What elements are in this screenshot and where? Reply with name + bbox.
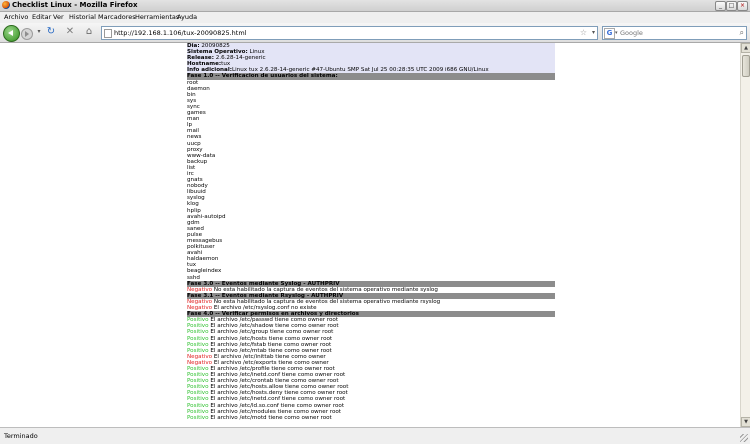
info-adicional-value: Linux tux 2.6.28-14-generic #47-Ubuntu S… <box>231 67 489 74</box>
result-text: No esta habilitado la captura de eventos… <box>213 286 438 293</box>
back-arrow-icon[interactable] <box>3 25 20 42</box>
result-status: Positivo <box>187 390 209 397</box>
system-info: Dia: 20090825 Sistema Operativo: Linux R… <box>187 43 555 74</box>
search-engine-icon[interactable]: G <box>604 28 615 39</box>
result-status: Positivo <box>187 365 209 372</box>
result-text: El archivo /etc/hosts.allow tiene como o… <box>210 384 349 391</box>
title-bar: Checklist Linux - Mozilla Firefox _ □ × <box>0 0 750 12</box>
result-text: El archivo /etc/inetd.conf tiene como ow… <box>210 372 346 379</box>
info-so-value: Linux <box>249 49 265 56</box>
result-status: Positivo <box>187 408 209 415</box>
info-release-label: Release: <box>187 55 214 62</box>
result-status: Negativo <box>187 305 213 312</box>
forward-arrow-icon[interactable] <box>21 28 33 40</box>
scroll-up-icon[interactable]: ▲ <box>741 43 750 53</box>
result-status: Negativo <box>187 286 213 293</box>
result-text: El archivo /etc/inittab tiene como owner <box>213 353 326 360</box>
result-row: Positivo El archivo /etc/motd tiene como… <box>187 415 555 421</box>
bookmark-star-icon[interactable]: ☆ <box>580 27 587 39</box>
search-engine-dropdown-icon[interactable]: ▾ <box>615 27 618 39</box>
close-icon[interactable]: × <box>737 1 748 11</box>
result-status: Negativo <box>187 353 213 360</box>
status-bar: Terminado <box>0 427 750 444</box>
result-status: Positivo <box>187 323 209 330</box>
result-text: El archivo /etc/ld.so.conf tiene como ow… <box>210 402 345 409</box>
info-dia-value: 20090825 <box>201 43 230 49</box>
page-icon <box>104 29 112 38</box>
result-text: El archivo /etc/inetd.conf tiene como ow… <box>210 396 346 403</box>
result-status: Positivo <box>187 329 209 336</box>
result-status: Positivo <box>187 378 209 385</box>
navigation-toolbar: ▾ ↻ ✕ ⌂ ☆ ▾ G ▾ ⌕ <box>0 23 750 43</box>
result-status: Positivo <box>187 347 209 354</box>
menu-ayuda[interactable]: Ayuda <box>177 12 197 23</box>
scroll-thumb[interactable] <box>742 55 750 77</box>
result-text: El archivo /etc/motd tiene como owner ro… <box>210 414 332 421</box>
phase-3-1-results: Negativo No esta habilitado la captura d… <box>187 299 555 311</box>
result-status: Positivo <box>187 372 209 379</box>
result-status: Positivo <box>187 402 209 409</box>
menu-archivo[interactable]: Archivo <box>4 12 28 23</box>
search-input[interactable] <box>620 27 730 39</box>
status-text: Terminado <box>4 432 38 440</box>
result-text: El archivo /etc/hosts.deny tiene como ow… <box>210 390 348 397</box>
phase-4-results: Positivo El archivo /etc/passwd tiene co… <box>187 317 555 421</box>
result-text: El archivo /etc/shadow tiene como owner … <box>210 323 339 330</box>
result-text: El archivo /etc/profile tiene como owner… <box>210 365 335 372</box>
menu-historial[interactable]: Historial <box>69 12 96 23</box>
result-text: El archivo /etc/fstab tiene como owner r… <box>210 341 332 348</box>
result-text: El archivo /etc/rsyslog.conf no existe <box>213 305 317 312</box>
result-status: Positivo <box>187 384 209 391</box>
result-status: Positivo <box>187 414 209 421</box>
menu-editar[interactable]: Editar <box>32 12 51 23</box>
info-adicional-label: Info adicional: <box>187 67 232 74</box>
menu-marcadores[interactable]: Marcadores <box>98 12 136 23</box>
checklist-report: Dia: 20090825 Sistema Operativo: Linux R… <box>187 43 555 421</box>
result-text: El archivo /etc/passwd tiene como owner … <box>210 317 339 324</box>
result-status: Negativo <box>187 359 213 366</box>
result-status: Positivo <box>187 341 209 348</box>
window-title: Checklist Linux - Mozilla Firefox <box>12 1 138 9</box>
resize-grip-icon[interactable] <box>740 434 748 442</box>
menu-herramientas[interactable]: Herramientas <box>135 12 179 23</box>
info-release-value: 2.6.28-14-generic <box>215 55 266 62</box>
info-hostname-label: Hostname: <box>187 61 222 68</box>
result-text: El archivo /etc/exports tiene como owner <box>213 359 329 366</box>
maximize-icon[interactable]: □ <box>726 1 737 11</box>
result-status: Negativo <box>187 298 213 305</box>
result-text: El archivo /etc/hosts tiene como owner r… <box>210 335 333 342</box>
info-so-label: Sistema Operativo: <box>187 49 248 56</box>
result-text: El archivo /etc/crontab tiene como owner… <box>210 378 339 385</box>
result-text: El archivo /etc/mtab tiene como owner ro… <box>210 347 332 354</box>
scroll-down-icon[interactable]: ▼ <box>741 417 750 427</box>
result-status: Positivo <box>187 335 209 342</box>
url-input[interactable] <box>114 27 574 39</box>
user-list: root daemon bin sys sync games man lp mail news uu… <box>187 80 555 281</box>
menu-ver[interactable]: Ver <box>53 12 64 23</box>
firefox-logo-icon <box>2 1 10 9</box>
result-text: No esta habilitado la captura de eventos… <box>213 298 441 305</box>
search-bar[interactable]: G ▾ ⌕ <box>602 26 747 40</box>
result-status: Positivo <box>187 396 209 403</box>
reload-icon[interactable]: ↻ <box>45 26 57 38</box>
result-text: El archivo /etc/group tiene como owner r… <box>210 329 334 336</box>
info-dia-label: Dia: <box>187 43 200 49</box>
minimize-icon[interactable]: _ <box>715 1 726 11</box>
vertical-scrollbar[interactable]: ▲ ▼ <box>740 43 750 427</box>
result-text: El archivo /etc/modules tiene como owner… <box>210 408 341 415</box>
history-dropdown-icon[interactable]: ▾ <box>33 26 45 38</box>
page-content: Dia: 20090825 Sistema Operativo: Linux R… <box>0 43 740 427</box>
stop-icon[interactable]: ✕ <box>64 26 76 38</box>
search-icon[interactable]: ⌕ <box>740 27 744 39</box>
result-status: Positivo <box>187 317 209 324</box>
url-dropdown-icon[interactable]: ▾ <box>592 27 595 39</box>
address-bar[interactable]: ☆ ▾ <box>101 26 598 40</box>
info-hostname-value: tux <box>221 61 231 68</box>
home-icon[interactable]: ⌂ <box>83 26 95 38</box>
